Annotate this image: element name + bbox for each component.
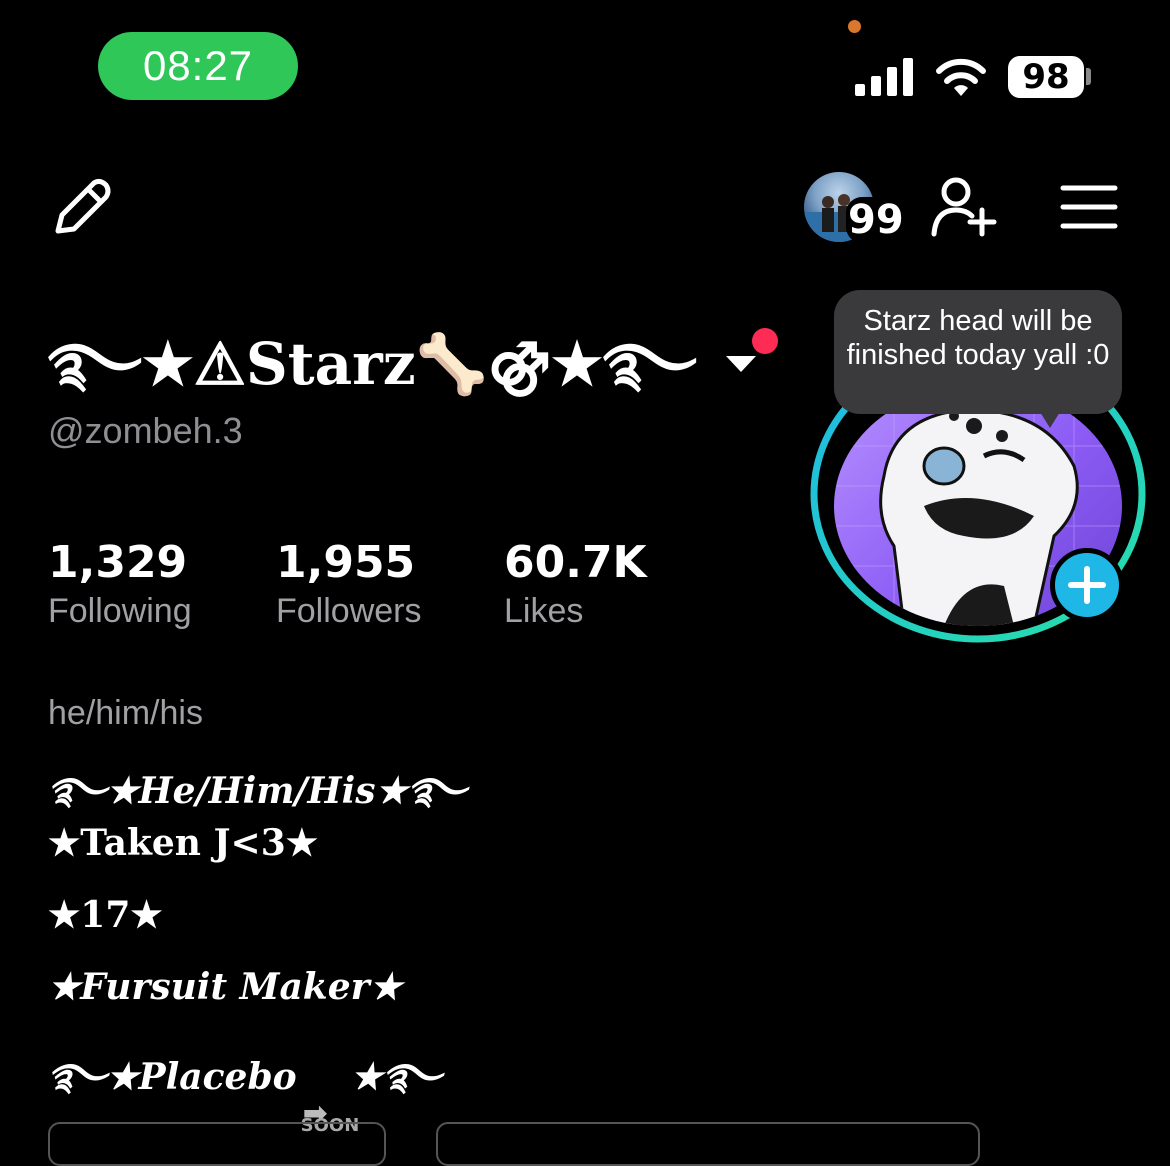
battery-level: 98	[1022, 57, 1070, 97]
bio-placebo-text: ࿐★Placebo	[48, 1056, 297, 1098]
wifi-icon	[936, 58, 986, 96]
edit-icon[interactable]	[48, 175, 114, 241]
bubble-tail	[1040, 412, 1060, 428]
notification-dot	[752, 328, 778, 354]
bio-line-age: ★17★	[48, 894, 163, 936]
friends-count-badge: 99	[846, 197, 906, 243]
pronouns: he/him/his	[48, 694, 203, 732]
action-button-right[interactable]	[436, 1122, 980, 1166]
stat-likes[interactable]: 60.7K Likes	[504, 536, 647, 632]
add-story-button[interactable]	[1050, 548, 1124, 622]
status-time: 08:27	[98, 32, 298, 100]
signal-icon	[855, 58, 913, 96]
bio-line-taken: ★Taken J<3★	[48, 822, 319, 864]
stat-value: 60.7K	[504, 537, 647, 588]
display-name: ࿐★⚠Starz🦴⚣★࿐	[48, 330, 697, 398]
stat-label: Likes	[504, 592, 584, 630]
stat-value: 1,329	[48, 537, 188, 588]
stat-label: Followers	[276, 592, 422, 630]
chevron-down-icon[interactable]	[724, 352, 758, 376]
add-friend-icon[interactable]	[928, 174, 998, 240]
battery-tip	[1086, 68, 1091, 85]
time-text: 08:27	[142, 42, 254, 89]
stat-value: 1,955	[276, 537, 416, 588]
profile-note-bubble[interactable]: Starz head will be finished today yall :…	[834, 290, 1122, 414]
plus-icon	[1068, 566, 1106, 604]
action-button-left[interactable]	[48, 1122, 386, 1166]
mic-indicator-dot	[848, 20, 861, 33]
battery-indicator: 98	[1008, 56, 1084, 98]
stat-followers[interactable]: 1,955 Followers	[276, 536, 421, 632]
stat-following[interactable]: 1,329 Following	[48, 536, 192, 632]
bio-placebo-suffix: ★࿐	[350, 1056, 442, 1098]
username: @zombeh.3	[48, 410, 243, 451]
menu-icon[interactable]	[1060, 184, 1118, 230]
bio-line-fursuit: ★Fursuit Maker★	[48, 966, 402, 1008]
stat-label: Following	[48, 592, 192, 630]
